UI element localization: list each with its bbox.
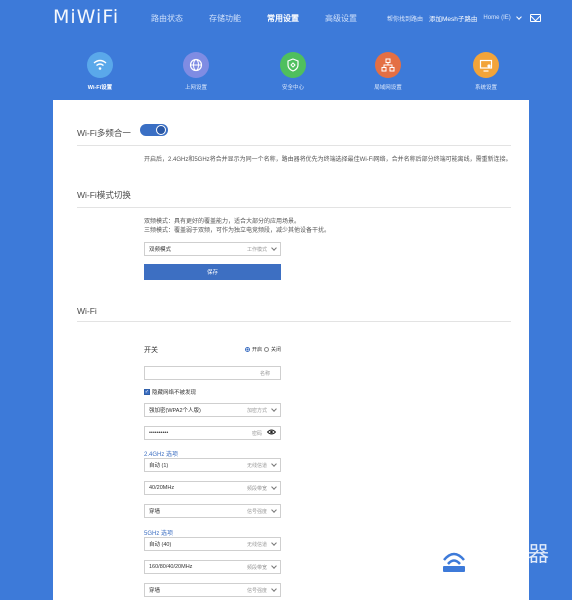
band-24-bandwidth-select[interactable]: 40/20MHz 频段带宽 <box>144 481 281 495</box>
chevron-down-icon[interactable] <box>515 14 522 20</box>
tri-band-description: 三频模式：覆盖弱于双频，可作为独立电竞频段，减少其他设备干扰。 <box>144 228 331 234</box>
toggle-knob <box>156 125 166 135</box>
band-5-channel-select[interactable]: 自动 (40) 无线信道 <box>144 537 281 551</box>
settings-panel: Wi-Fi多频合一 开启后，2.4GHz和5GHz将合并显示为同一个名称，路由器… <box>53 100 529 600</box>
miwifi-logo: MiWiFi <box>53 6 120 28</box>
chevron-down-icon <box>271 586 277 592</box>
hide-network-checkbox[interactable]: ✓ <box>144 389 150 395</box>
chevron-down-icon <box>271 540 277 546</box>
input-hint: 名称 <box>259 370 270 377</box>
select-value: 双频模式 <box>149 247 172 253</box>
hide-network-row: ✓ 隐藏网络不被发现 <box>144 388 196 396</box>
chevron-down-icon <box>271 461 277 467</box>
input-value: •••••••••• <box>149 430 169 436</box>
wifi-icon <box>87 52 113 78</box>
nav-advanced-settings[interactable]: 高级设置 <box>312 13 370 24</box>
chevron-down-icon <box>271 245 277 251</box>
band-5-title: 5GHz 选项 <box>144 531 174 537</box>
hide-network-label: 隐藏网络不被发现 <box>152 390 197 396</box>
wifi-name-input[interactable]: 名称 <box>144 366 281 380</box>
save-button[interactable]: 保存 <box>144 264 281 280</box>
switch-radios: 开启 关闭 <box>244 346 281 353</box>
input-hint: 密码 <box>251 430 262 437</box>
radio-on-label: 开启 <box>251 347 262 353</box>
select-value: 160/80/40/20MHz <box>149 564 193 570</box>
select-hint: 无线信道 <box>246 541 267 548</box>
mail-icon[interactable] <box>529 14 541 22</box>
select-hint: 信号强度 <box>246 587 267 594</box>
select-value: 自动 (40) <box>149 542 172 548</box>
nav-common-settings[interactable]: 常用设置 <box>254 13 312 24</box>
top-nav: 路由状态 存储功能 常用设置 高级设置 <box>138 13 370 24</box>
band-24-channel-select[interactable]: 自动 (1) 无线信道 <box>144 458 281 472</box>
bind-hint-link[interactable]: 帮你找到路由 <box>387 14 423 23</box>
chevron-down-icon <box>271 406 277 412</box>
select-value: 40/20MHz <box>149 485 175 491</box>
category-internet-settings[interactable]: 上网设置 <box>166 52 226 91</box>
divider <box>77 321 511 322</box>
select-value: 穿墙 <box>149 509 161 515</box>
password-input[interactable]: •••••••••• 密码 <box>144 426 281 440</box>
network-icon <box>375 52 401 78</box>
radio-off[interactable] <box>263 347 269 352</box>
switch-label: 开关 <box>144 347 158 354</box>
chevron-down-icon <box>271 507 277 513</box>
smart-connect-description: 开启后，2.4GHz和5GHz将合并显示为同一个名称，路由器将优先为终端选择最佳… <box>144 157 512 163</box>
divider <box>77 145 511 146</box>
shield-icon <box>280 52 306 78</box>
category-label: 系统设置 <box>474 85 497 91</box>
band-24-strength-select[interactable]: 穿墙 信号强度 <box>144 504 281 518</box>
select-value: 穿墙 <box>149 588 161 594</box>
category-label: 安全中心 <box>281 85 304 91</box>
divider <box>77 207 511 208</box>
select-hint: 频段带宽 <box>246 564 267 571</box>
select-value: 自动 (1) <box>149 463 169 469</box>
radio-off-label: 关闭 <box>270 347 281 353</box>
dual-band-description: 双频模式：具有更好的覆盖能力，适合大部分的应用场景。 <box>144 219 301 225</box>
category-wifi-settings[interactable]: Wi-Fi设置 <box>70 52 130 106</box>
wifi-switch-row: 开关 开启 关闭 <box>144 345 281 355</box>
select-hint: 工作模式 <box>246 246 267 253</box>
category-label: 上网设置 <box>184 85 207 91</box>
smart-connect-title: Wi-Fi多频合一 <box>77 128 131 138</box>
category-label: 局域网设置 <box>374 85 402 91</box>
select-hint: 加密方式 <box>246 407 267 414</box>
watermark-logo <box>432 538 476 582</box>
watermark: 路由器 luyouqi.com <box>432 534 562 584</box>
select-value: 强加密(WPA2个人版) <box>149 408 201 414</box>
header-right: 帮你找到路由 添加Mesh子路由 Home (IE) <box>387 13 541 23</box>
settings-categories: Wi-Fi设置 上网设置 安全中心 局域网设置 系统设置 <box>0 52 572 106</box>
nav-storage[interactable]: 存储功能 <box>196 13 254 24</box>
chevron-down-icon <box>271 484 277 490</box>
encryption-select[interactable]: 强加密(WPA2个人版) 加密方式 <box>144 403 281 417</box>
wifi-mode-select[interactable]: 双频模式 工作模式 <box>144 242 281 256</box>
category-lan-settings[interactable]: 局域网设置 <box>358 52 418 91</box>
eye-icon[interactable] <box>266 429 277 437</box>
monitor-icon <box>473 52 499 78</box>
category-label: Wi-Fi设置 <box>87 85 113 91</box>
smart-connect-toggle[interactable] <box>140 124 168 136</box>
chevron-down-icon <box>271 563 277 569</box>
band-5-bandwidth-select[interactable]: 160/80/40/20MHz 频段带宽 <box>144 560 281 574</box>
select-hint: 频段带宽 <box>246 485 267 492</box>
wifi-section-title: Wi-Fi <box>77 306 97 316</box>
band-24-title: 2.4GHz 选项 <box>144 452 179 458</box>
nav-router-status[interactable]: 路由状态 <box>138 13 196 24</box>
band-5-strength-select[interactable]: 穿墙 信号强度 <box>144 583 281 597</box>
router-name-dropdown[interactable]: Home (IE) <box>483 15 510 21</box>
add-mesh-link[interactable]: 添加Mesh子路由 <box>429 13 477 23</box>
radio-on[interactable] <box>244 347 250 352</box>
watermark-url: luyouqi.com <box>486 565 529 574</box>
category-security-center[interactable]: 安全中心 <box>263 52 323 91</box>
globe-icon <box>183 52 209 78</box>
select-hint: 无线信道 <box>246 462 267 469</box>
select-hint: 信号强度 <box>246 508 267 515</box>
wifi-mode-title: Wi-Fi模式切换 <box>77 190 131 200</box>
watermark-title: 路由器 <box>484 542 550 566</box>
category-system-settings[interactable]: 系统设置 <box>456 52 516 91</box>
